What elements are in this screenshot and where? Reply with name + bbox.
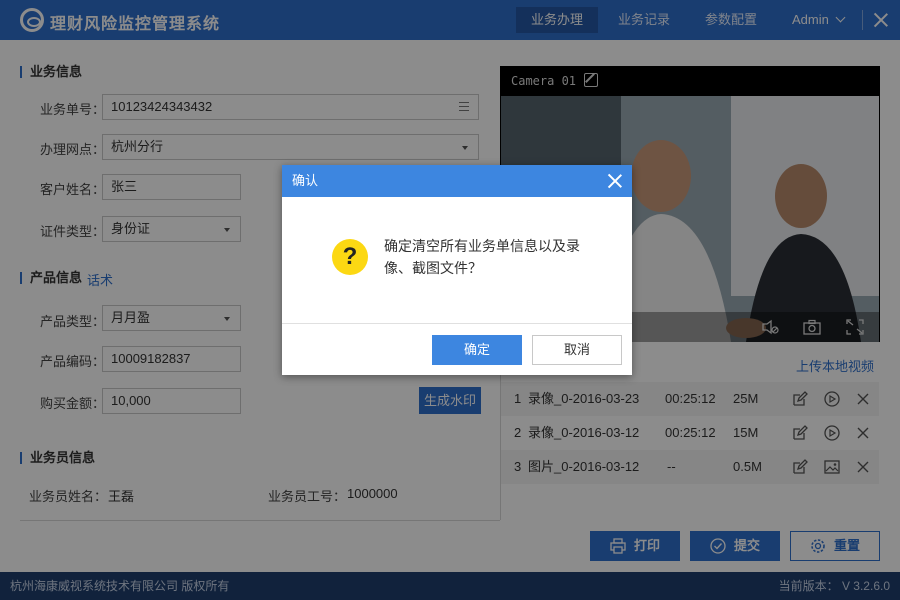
question-icon: ? bbox=[332, 239, 368, 275]
close-icon[interactable] bbox=[608, 174, 622, 188]
dialog-header: 确认 bbox=[282, 165, 632, 197]
dialog-message: 确定清空所有业务单信息以及录像、截图文件？ bbox=[384, 238, 580, 276]
divider bbox=[282, 323, 632, 324]
confirm-button[interactable]: 确定 bbox=[432, 335, 522, 365]
dialog-title: 确认 bbox=[292, 173, 319, 188]
cancel-button[interactable]: 取消 bbox=[532, 335, 622, 365]
confirm-dialog: 确认 ? 确定清空所有业务单信息以及录像、截图文件？ 确定 取消 bbox=[282, 165, 632, 375]
